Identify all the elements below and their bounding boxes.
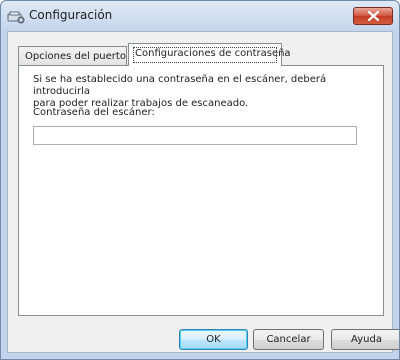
password-settings-panel: Si se ha establecido una contraseña en e… <box>18 65 384 316</box>
scanner-password-input[interactable] <box>33 126 357 145</box>
settings-dialog: Configuración Opciones del puerto Config… <box>0 0 400 360</box>
tab-label: Opciones del puerto <box>25 51 126 62</box>
tab-password-settings[interactable]: Configuraciones de contraseña <box>128 43 291 66</box>
title-bar[interactable]: Configuración <box>1 1 399 31</box>
window-title: Configuración <box>29 8 113 22</box>
close-button[interactable] <box>353 7 393 25</box>
dialog-client-area: Opciones del puerto Configuraciones de c… <box>7 31 399 353</box>
tab-port-options[interactable]: Opciones del puerto <box>18 46 127 65</box>
cancel-button[interactable]: Cancelar <box>253 329 324 350</box>
password-description: Si se ha establecido una contraseña en e… <box>33 74 327 109</box>
close-icon <box>368 11 379 21</box>
scanner-password-label: Contraseña del escáner: <box>33 107 155 118</box>
scanner-settings-icon <box>7 9 25 24</box>
ok-button[interactable]: OK <box>179 329 248 350</box>
help-button[interactable]: Ayuda <box>331 329 399 350</box>
tab-focus-ring <box>133 47 277 63</box>
